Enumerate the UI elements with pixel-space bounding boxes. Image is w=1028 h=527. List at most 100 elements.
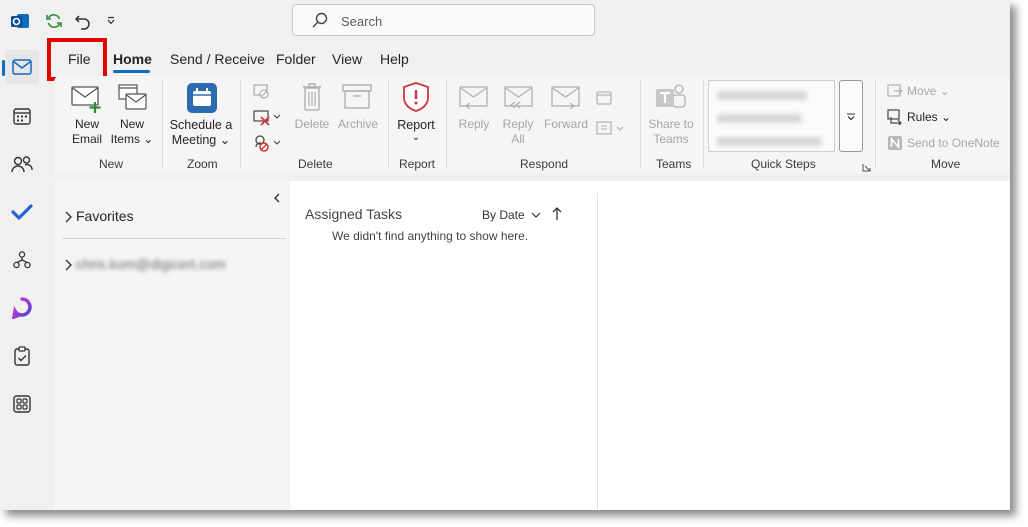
- more-apps-icon[interactable]: [5, 387, 39, 421]
- move-icon: [887, 84, 903, 103]
- new-email-button[interactable]: New Email: [68, 117, 106, 147]
- search-icon: [311, 11, 329, 34]
- rules-button[interactable]: Rules ⌄: [907, 110, 951, 125]
- file-tab-highlight-box: [47, 38, 107, 81]
- ribbon-separator: [640, 80, 641, 168]
- delete-trash-icon: [301, 82, 323, 117]
- group-teams-label: Teams: [656, 157, 692, 171]
- ignore-icon[interactable]: [252, 82, 270, 105]
- reply-all-label-2: All: [511, 132, 525, 146]
- group-report-label: Report: [399, 157, 436, 171]
- calendar-app-icon[interactable]: [5, 99, 39, 133]
- rules-icon: [887, 109, 903, 130]
- new-items-label-1: New: [119, 117, 144, 131]
- delete-button[interactable]: Delete: [293, 117, 331, 132]
- ribbon-separator: [162, 80, 163, 168]
- collapse-pane-icon[interactable]: [273, 190, 281, 208]
- chevron-right-icon[interactable]: [64, 210, 73, 228]
- folder-divider: [62, 238, 286, 239]
- new-email-label-1: New: [74, 117, 99, 131]
- quick-steps-gallery[interactable]: [708, 80, 835, 152]
- group-quick-steps-label: Quick Steps: [751, 157, 816, 171]
- new-items-icon: [116, 82, 150, 119]
- new-items-button[interactable]: New Items ⌄: [110, 117, 154, 147]
- tab-home[interactable]: Home: [113, 51, 152, 67]
- ribbon-separator: [875, 80, 876, 168]
- quick-step-item[interactable]: [717, 91, 807, 100]
- tasks-app-icon[interactable]: [5, 339, 39, 373]
- quick-step-item[interactable]: [717, 137, 822, 146]
- todo-app-icon[interactable]: [5, 195, 39, 229]
- archive-button[interactable]: Archive: [335, 117, 381, 132]
- sort-direction-icon[interactable]: [552, 207, 562, 226]
- quick-steps-expand-button[interactable]: [839, 80, 863, 152]
- outlook-window: Search File Home Send / Receive Folder V…: [0, 0, 1010, 510]
- reading-pane-divider: [597, 193, 598, 510]
- cleanup-icon[interactable]: [252, 108, 284, 131]
- mail-app-icon[interactable]: [2, 50, 39, 84]
- reply-all-label-1: Reply: [502, 117, 534, 131]
- dialog-launcher-icon[interactable]: [862, 159, 871, 177]
- teams-icon: [654, 82, 688, 119]
- empty-state-message: We didn't find anything to show here.: [332, 229, 529, 243]
- reply-all-icon: [503, 85, 535, 116]
- meeting-reply-icon[interactable]: [595, 89, 613, 112]
- chevron-right-icon[interactable]: [64, 258, 73, 276]
- folder-pane: [54, 181, 290, 510]
- new-email-icon: [70, 84, 104, 119]
- loop-app-icon[interactable]: [5, 291, 39, 325]
- favorites-label[interactable]: Favorites: [76, 208, 134, 224]
- sort-label: By Date: [482, 208, 525, 222]
- report-dropdown-icon: ⌄: [411, 132, 421, 143]
- sort-by-dropdown[interactable]: By Date: [482, 208, 541, 222]
- tab-view[interactable]: View: [332, 51, 362, 67]
- tab-folder[interactable]: Folder: [276, 51, 316, 67]
- reply-all-button[interactable]: Reply All: [499, 117, 537, 147]
- ribbon-separator: [388, 80, 389, 168]
- new-items-label-2: Items ⌄: [110, 132, 154, 146]
- app-rail: [0, 42, 44, 510]
- chevron-down-icon: [531, 212, 541, 218]
- share-teams-label-2: Teams: [653, 132, 689, 146]
- chevron-down-icon: [847, 113, 855, 121]
- title-bar: Search: [0, 0, 1010, 42]
- search-box[interactable]: Search: [292, 4, 595, 36]
- group-new-label: New: [99, 157, 124, 171]
- schedule-meeting-button[interactable]: Schedule a Meeting ⌄: [166, 118, 236, 148]
- onenote-icon: [887, 135, 903, 156]
- send-to-onenote-button[interactable]: Send to OneNote: [907, 136, 1000, 151]
- active-tab-indicator: [113, 70, 150, 73]
- undo-icon[interactable]: [72, 10, 94, 32]
- ribbon-separator: [703, 80, 704, 168]
- ribbon-separator: [446, 80, 447, 168]
- reply-icon: [458, 85, 490, 116]
- search-placeholder: Search: [341, 14, 383, 29]
- report-label: Report: [397, 118, 435, 132]
- schedule-label-2: Meeting ⌄: [171, 133, 231, 147]
- forward-icon: [550, 85, 582, 116]
- ribbon-separator: [240, 80, 241, 168]
- move-button[interactable]: Move ⌄: [907, 84, 950, 99]
- share-to-teams-button[interactable]: Share to Teams: [645, 117, 697, 147]
- list-title: Assigned Tasks: [305, 206, 403, 222]
- sync-icon[interactable]: [43, 10, 65, 32]
- reply-button[interactable]: Reply: [455, 117, 493, 132]
- more-respond-icon[interactable]: [595, 120, 625, 143]
- forward-button[interactable]: Forward: [542, 117, 590, 132]
- share-teams-label-1: Share to: [648, 117, 694, 131]
- org-explorer-icon[interactable]: [5, 243, 39, 277]
- new-email-label-2: Email: [71, 132, 102, 146]
- people-app-icon[interactable]: [5, 147, 39, 181]
- tab-send-receive[interactable]: Send / Receive: [170, 51, 265, 67]
- group-delete-label: Delete: [298, 157, 333, 171]
- tab-help[interactable]: Help: [380, 51, 409, 67]
- account-label[interactable]: chris.kom@digicert.com: [76, 256, 226, 272]
- customize-toolbar-icon[interactable]: [100, 10, 122, 32]
- group-respond-label: Respond: [520, 157, 569, 171]
- group-move-label: Move: [931, 157, 961, 171]
- report-button[interactable]: Report ⌄: [394, 118, 438, 143]
- report-shield-icon: [401, 81, 431, 118]
- quick-step-item[interactable]: [717, 114, 802, 123]
- zoom-calendar-icon: [186, 82, 218, 119]
- junk-icon[interactable]: [252, 133, 284, 158]
